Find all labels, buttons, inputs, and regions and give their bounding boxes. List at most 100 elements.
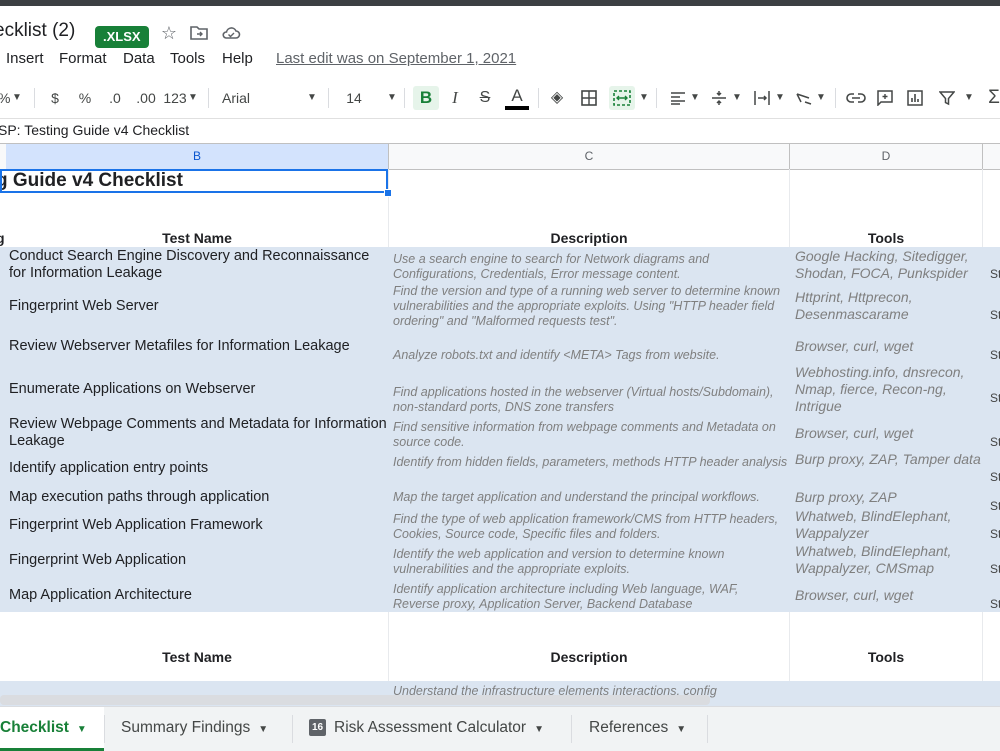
- functions-icon[interactable]: Σ: [984, 86, 1000, 110]
- tools-cell[interactable]: Whatweb, BlindElephant, Wappalyzer, CMSm…: [795, 543, 985, 577]
- description-cell[interactable]: Identify the web application and version…: [393, 547, 788, 577]
- tab-caret-icon[interactable]: ▼: [676, 724, 686, 735]
- last-edit-link[interactable]: Last edit was on September 1, 2021: [276, 50, 516, 67]
- tools-cell[interactable]: Browser, curl, wget: [795, 425, 985, 442]
- formula-bar[interactable]: SP: Testing Guide v4 Checklist: [0, 118, 1000, 143]
- tools-cell[interactable]: Burp proxy, ZAP, Tamper data: [795, 451, 985, 468]
- insert-link-icon[interactable]: [844, 86, 868, 110]
- menu-format[interactable]: Format: [59, 50, 107, 67]
- vertical-align-icon[interactable]: [708, 86, 730, 110]
- description-cell[interactable]: Find applications hosted in the webserve…: [393, 385, 788, 415]
- test-name-cell[interactable]: Fingerprint Web Server: [9, 298, 389, 315]
- filter-caret-icon[interactable]: ▼: [962, 86, 976, 110]
- test-name-cell[interactable]: Map Application Architecture: [9, 587, 389, 604]
- star-icon[interactable]: ☆: [158, 22, 180, 44]
- status-cell[interactable]: St: [990, 499, 1000, 513]
- test-name-cell[interactable]: Fingerprint Web Application: [9, 552, 389, 569]
- tab-checklist[interactable]: Checklist ▼: [0, 707, 104, 751]
- tools-cell[interactable]: Whatweb, BlindElephant, Wappalyzer: [795, 508, 985, 542]
- column-header-d[interactable]: D: [790, 144, 983, 169]
- tab-references[interactable]: References ▼: [589, 707, 686, 751]
- description-cell[interactable]: Use a search engine to search for Networ…: [393, 252, 788, 282]
- rotation-caret-icon[interactable]: ▼: [816, 86, 826, 110]
- insert-chart-icon[interactable]: [904, 86, 926, 110]
- test-name-cell[interactable]: Map execution paths through application: [9, 489, 389, 506]
- font-size-select[interactable]: 14: [344, 86, 364, 110]
- font-size-caret-icon[interactable]: ▼: [386, 86, 398, 110]
- decrease-decimal-button[interactable]: .0: [104, 86, 126, 110]
- horizontal-align-icon[interactable]: [667, 86, 689, 110]
- column-header-c[interactable]: C: [389, 144, 790, 169]
- document-title[interactable]: ecklist (2): [0, 20, 75, 42]
- test-name-cell[interactable]: Identify application entry points: [9, 460, 389, 477]
- borders-icon[interactable]: [578, 86, 600, 110]
- status-cell[interactable]: St: [990, 597, 1000, 611]
- zoom-caret-icon[interactable]: ▼: [12, 86, 22, 110]
- status-cell[interactable]: St: [990, 470, 1000, 484]
- merge-cells-icon[interactable]: [609, 86, 635, 110]
- horizontal-scrollbar[interactable]: [0, 695, 710, 705]
- column-header-e[interactable]: [983, 144, 1000, 169]
- test-name-cell[interactable]: Fingerprint Web Application Framework: [9, 517, 389, 534]
- selection-fill-handle[interactable]: [384, 189, 392, 197]
- sheet-grid[interactable]: g Guide v4 Checklist g Test Name Descrip…: [0, 169, 1000, 709]
- tools-cell[interactable]: Browser, curl, wget: [795, 587, 985, 604]
- formula-content[interactable]: SP: Testing Guide v4 Checklist: [0, 122, 189, 138]
- description-cell[interactable]: Find sensitive information from webpage …: [393, 420, 788, 450]
- description-cell[interactable]: Analyze robots.txt and identify <META> T…: [393, 348, 788, 363]
- valign-caret-icon[interactable]: ▼: [732, 86, 742, 110]
- column-header-b[interactable]: B: [6, 144, 389, 169]
- status-cell[interactable]: St: [990, 435, 1000, 449]
- halign-caret-icon[interactable]: ▼: [690, 86, 700, 110]
- format-currency-button[interactable]: $: [46, 86, 64, 110]
- fill-color-icon[interactable]: ◈: [546, 86, 568, 110]
- test-name-cell[interactable]: Conduct Search Engine Discovery and Reco…: [9, 248, 389, 282]
- tools-cell[interactable]: Google Hacking, Sitedigger, Shodan, FOCA…: [795, 248, 985, 282]
- text-wrapping-icon[interactable]: [751, 86, 773, 110]
- format-percent-button[interactable]: %: [76, 86, 94, 110]
- cloud-status-icon[interactable]: [220, 22, 242, 44]
- tab-caret-icon[interactable]: ▼: [534, 724, 544, 735]
- tools-cell[interactable]: Webhosting.info, dnsrecon, Nmap, fierce,…: [795, 364, 985, 415]
- text-rotation-icon[interactable]: [793, 86, 815, 110]
- tools-cell[interactable]: Httprint, Httprecon, Desenmascarame: [795, 289, 985, 323]
- menu-data[interactable]: Data: [123, 50, 155, 67]
- menu-help[interactable]: Help: [222, 50, 253, 67]
- tab-caret-icon[interactable]: ▼: [77, 724, 87, 735]
- zoom-percent[interactable]: %: [0, 86, 10, 110]
- menu-insert[interactable]: Insert: [6, 50, 44, 67]
- description-cell[interactable]: Identify application architecture includ…: [393, 582, 788, 612]
- move-to-folder-icon[interactable]: [188, 22, 210, 44]
- status-cell[interactable]: St: [990, 562, 1000, 576]
- more-formats-caret-icon[interactable]: ▼: [188, 86, 198, 110]
- status-cell[interactable]: St: [990, 308, 1000, 322]
- status-cell[interactable]: St: [990, 267, 1000, 281]
- status-cell[interactable]: St: [990, 527, 1000, 541]
- italic-button[interactable]: I: [443, 86, 467, 110]
- status-cell[interactable]: St: [990, 348, 1000, 362]
- description-cell[interactable]: Identify from hidden fields, parameters,…: [393, 455, 788, 470]
- increase-decimal-button[interactable]: .00: [133, 86, 159, 110]
- tab-risk-assessment-calculator[interactable]: 16 Risk Assessment Calculator ▼: [309, 707, 544, 751]
- filter-icon[interactable]: [936, 86, 958, 110]
- insert-comment-icon[interactable]: [874, 86, 896, 110]
- more-formats-button[interactable]: 123: [162, 86, 188, 110]
- font-family-caret-icon[interactable]: ▼: [306, 86, 318, 110]
- status-cell[interactable]: St: [990, 391, 1000, 405]
- test-name-cell[interactable]: Review Webserver Metafiles for Informati…: [9, 338, 389, 355]
- description-cell[interactable]: Find the version and type of a running w…: [393, 284, 788, 329]
- description-cell[interactable]: Find the type of web application framewo…: [393, 512, 788, 542]
- tools-cell[interactable]: Burp proxy, ZAP: [795, 489, 985, 506]
- merge-caret-icon[interactable]: ▼: [638, 86, 650, 110]
- text-color-button[interactable]: A: [505, 86, 529, 110]
- wrap-caret-icon[interactable]: ▼: [775, 86, 785, 110]
- menu-tools[interactable]: Tools: [170, 50, 205, 67]
- test-name-cell[interactable]: Enumerate Applications on Webserver: [9, 381, 389, 398]
- font-family-select[interactable]: Arial: [222, 86, 262, 110]
- tools-cell[interactable]: Browser, curl, wget: [795, 338, 985, 355]
- strikethrough-button[interactable]: S: [473, 86, 497, 110]
- bold-button[interactable]: B: [413, 86, 439, 110]
- test-name-cell[interactable]: Review Webpage Comments and Metadata for…: [9, 416, 389, 450]
- tab-summary-findings[interactable]: Summary Findings ▼: [121, 707, 268, 751]
- selected-cell[interactable]: [0, 169, 388, 193]
